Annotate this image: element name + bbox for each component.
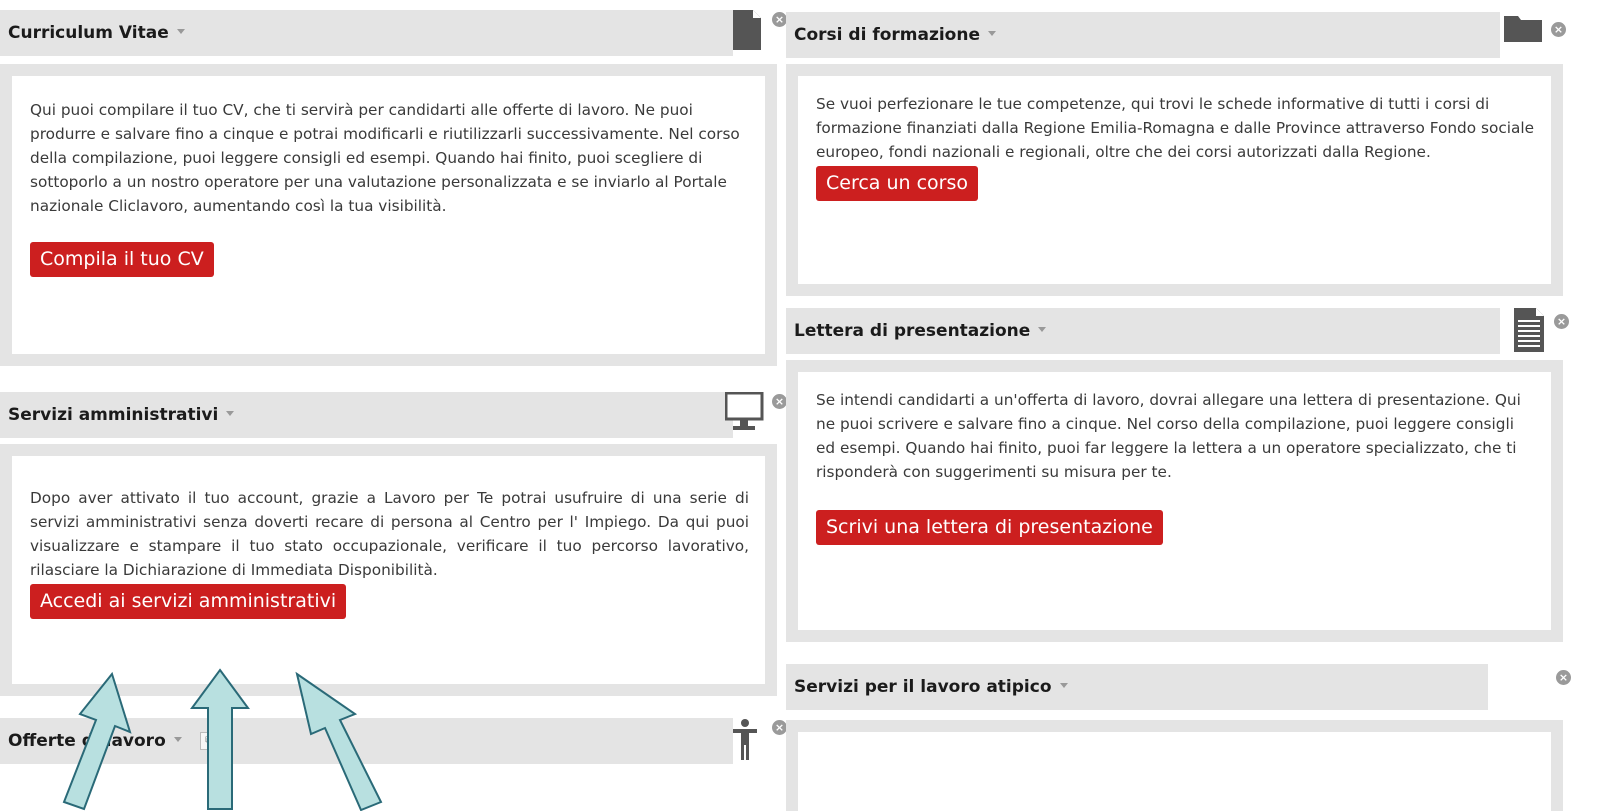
- widget-title[interactable]: Corsi di formazione: [794, 25, 980, 45]
- monitor-icon: [725, 392, 764, 430]
- close-icon[interactable]: ×: [772, 394, 787, 409]
- folder-icon: [1504, 16, 1542, 42]
- annotation-arrow: [190, 668, 250, 810]
- widget-description: Se intendi candidarti a un'offerta di la…: [816, 391, 1521, 481]
- chevron-down-icon[interactable]: [226, 410, 235, 416]
- widget-servizi-amministrativi: Servizi amministrativi × Dopo aver attiv…: [0, 392, 790, 697]
- widget-header[interactable]: Curriculum Vitae: [0, 10, 733, 56]
- widget-corsi-di-formazione: Corsi di formazione × Se vuoi perfeziona…: [786, 12, 1607, 296]
- widget-title[interactable]: Curriculum Vitae: [8, 23, 169, 43]
- widget-header[interactable]: Corsi di formazione: [786, 12, 1500, 58]
- widget-header[interactable]: Servizi per il lavoro atipico: [786, 664, 1488, 710]
- widget-body: Se vuoi perfezionare le tue competenze, …: [786, 64, 1563, 296]
- cerca-corso-button[interactable]: Cerca un corso: [816, 166, 979, 201]
- widget-description: Se vuoi perfezionare le tue competenze, …: [816, 95, 1535, 161]
- widget-title[interactable]: Lettera di presentazione: [794, 321, 1030, 341]
- chevron-down-icon[interactable]: [176, 28, 185, 34]
- widget-header[interactable]: Lettera di presentazione: [786, 308, 1500, 354]
- widget-body: Se intendi candidarti a un'offerta di la…: [786, 360, 1563, 642]
- close-icon[interactable]: ×: [1551, 22, 1566, 37]
- document-icon: [733, 10, 761, 50]
- widget-title[interactable]: Servizi per il lavoro atipico: [794, 677, 1052, 697]
- compila-cv-button[interactable]: Compila il tuo CV: [30, 242, 214, 277]
- widget-body: [786, 720, 1563, 811]
- widget-header[interactable]: Servizi amministrativi: [0, 392, 733, 438]
- chevron-down-icon[interactable]: [1059, 682, 1068, 688]
- scrivi-lettera-button[interactable]: Scrivi una lettera di presentazione: [816, 510, 1163, 545]
- chevron-down-icon[interactable]: [988, 30, 996, 36]
- annotation-arrow: [295, 671, 383, 811]
- widget-body: Dopo aver attivato il tuo account, grazi…: [0, 444, 777, 696]
- chevron-down-icon[interactable]: [1038, 326, 1047, 332]
- widget-title[interactable]: Servizi amministrativi: [8, 405, 218, 425]
- widget-body: Qui puoi compilare il tuo CV, che ti ser…: [0, 64, 777, 366]
- close-icon[interactable]: ×: [772, 720, 787, 735]
- close-icon[interactable]: ×: [1556, 670, 1571, 685]
- widget-description: Qui puoi compilare il tuo CV, che ti ser…: [30, 101, 740, 215]
- annotation-arrow: [62, 671, 132, 811]
- close-icon[interactable]: ×: [772, 12, 787, 27]
- accedi-servizi-button[interactable]: Accedi ai servizi amministrativi: [30, 584, 347, 619]
- text-document-icon: [1514, 308, 1544, 352]
- widget-curriculum-vitae: Curriculum Vitae × Qui puoi compilare il…: [0, 10, 790, 370]
- widget-servizi-lavoro-atipico: Servizi per il lavoro atipico ×: [786, 664, 1607, 811]
- person-icon: [733, 719, 757, 760]
- close-icon[interactable]: ×: [1554, 314, 1569, 329]
- widget-description: Dopo aver attivato il tuo account, grazi…: [30, 489, 749, 579]
- widget-lettera-di-presentazione: Lettera di presentazione × Se intendi ca…: [786, 308, 1607, 643]
